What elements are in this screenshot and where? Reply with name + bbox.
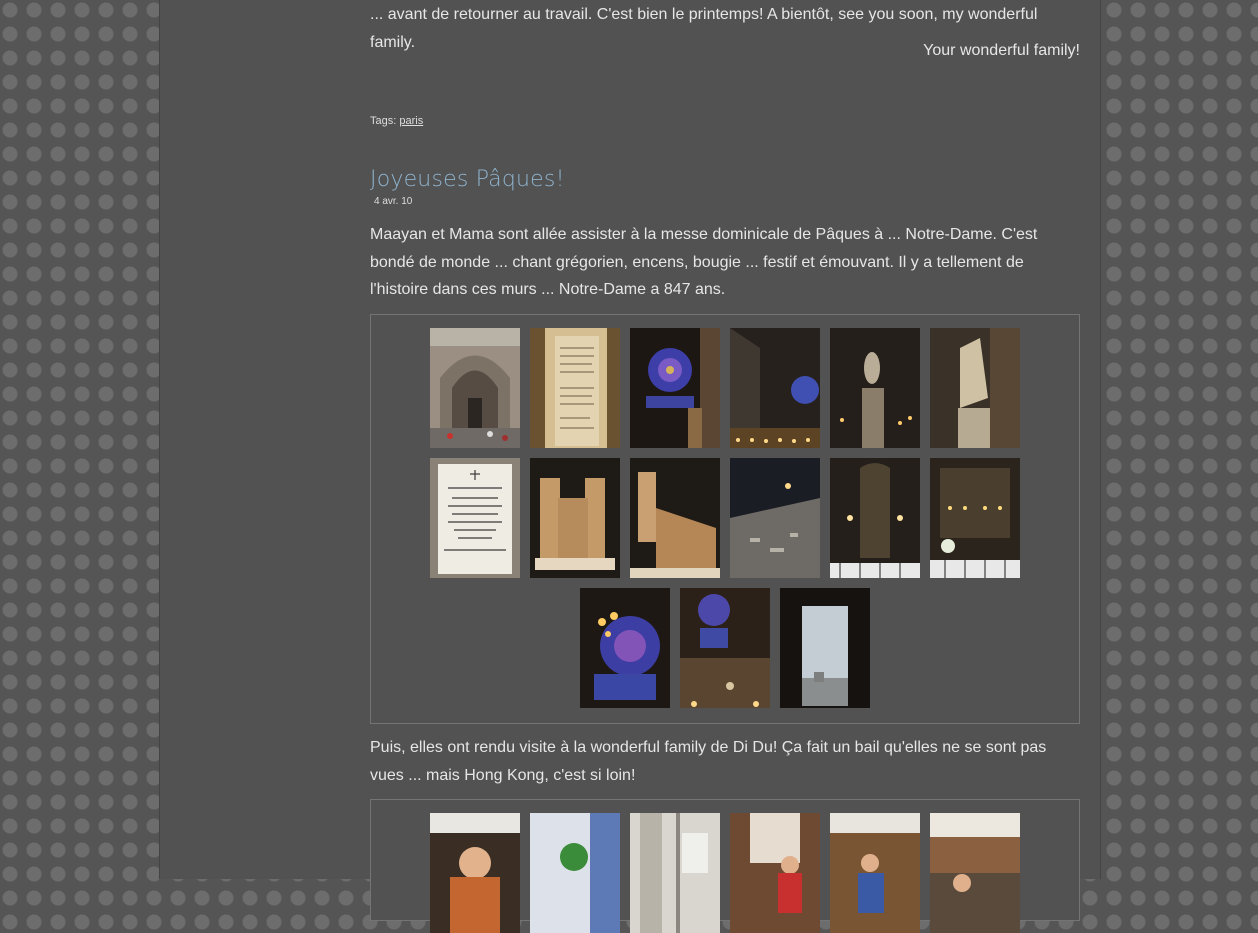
post-paragraph-1: Maayan et Mama sont allée assister à la … [370,226,1038,298]
previous-post-signoff: Your wonderful family! [923,42,1080,59]
photo-thumbnail[interactable] [730,458,820,578]
photo-thumbnail[interactable] [630,328,720,448]
photo-thumbnail[interactable] [430,328,520,448]
blog-page: ... avant de retourner au travail. C'est… [159,0,1101,933]
photo-thumbnail[interactable] [430,458,520,578]
photo-gallery-notre-dame [370,314,1080,724]
photo-thumbnail[interactable] [530,813,620,933]
photo-thumbnail[interactable] [630,813,720,933]
photo-thumbnail[interactable] [930,328,1020,448]
post-tags: Tags: paris [370,115,423,127]
photo-thumbnail[interactable] [630,458,720,578]
gallery-row [371,588,1079,708]
gallery-row [371,458,1079,578]
photo-thumbnail[interactable] [530,328,620,448]
photo-thumbnail[interactable] [830,328,920,448]
tags-label: Tags: [370,115,397,127]
gallery-row [371,328,1079,448]
photo-thumbnail[interactable] [830,458,920,578]
photo-thumbnail[interactable] [930,458,1020,578]
tag-link-paris[interactable]: paris [399,115,423,127]
post-title[interactable]: Joyeuses Pâques! [370,167,565,192]
photo-thumbnail[interactable] [730,813,820,933]
photo-thumbnail[interactable] [580,588,670,708]
photo-thumbnail[interactable] [930,813,1020,933]
post-date: 4 avr. 10 [374,196,413,207]
gallery-row [371,813,1079,933]
post-paragraph-2: Puis, elles ont rendu visite à la wonder… [370,739,1047,784]
photo-thumbnail[interactable] [430,813,520,933]
photo-thumbnail[interactable] [830,813,920,933]
photo-gallery-family-visit [370,799,1080,933]
photo-thumbnail[interactable] [530,458,620,578]
photo-thumbnail[interactable] [780,588,870,708]
photo-thumbnail[interactable] [680,588,770,708]
photo-thumbnail[interactable] [730,328,820,448]
